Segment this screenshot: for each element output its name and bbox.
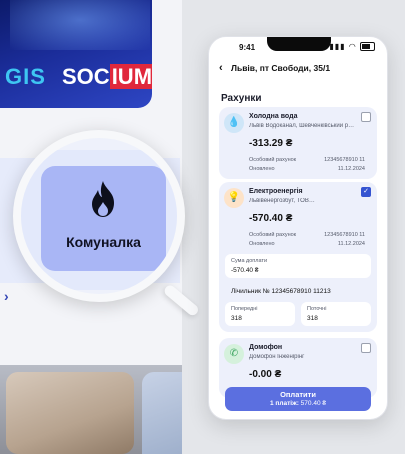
pay-button-summary: 1 платіж: 570.40 ₴ bbox=[225, 400, 371, 407]
chevron-left-icon[interactable]: ‹ bbox=[219, 62, 223, 74]
account-number: 12345678910 11 bbox=[324, 232, 365, 238]
phone-icon: ✆ bbox=[224, 344, 244, 364]
lightbulb-icon: 💡 bbox=[224, 188, 244, 208]
meter-number: Лічильник № 12345678910 11213 bbox=[231, 288, 331, 295]
bill-name: Холодна вода bbox=[249, 113, 298, 120]
battery-icon bbox=[360, 42, 375, 52]
bill-checkbox[interactable] bbox=[361, 343, 371, 353]
account-label: Особовий рахунок bbox=[249, 157, 297, 163]
payment-amount-value: -570.40 ₴ bbox=[231, 267, 259, 274]
previous-reading-field[interactable]: Попередні 318 bbox=[225, 302, 295, 326]
previous-reading-value: 318 bbox=[231, 315, 242, 322]
wifi-icon: ◠ bbox=[348, 42, 357, 51]
magnifier-glass: Комуналка bbox=[13, 130, 185, 302]
banner-brand-socium-prefix: SOC bbox=[62, 64, 110, 89]
updated-label: Оновлено bbox=[249, 166, 275, 172]
bill-amount: -570.40 ₴ bbox=[249, 213, 293, 224]
account-number: 12345678910 11 bbox=[324, 157, 365, 163]
account-label: Особовий рахунок bbox=[249, 232, 297, 238]
banner-brand-socium: SOCIUM bbox=[62, 64, 152, 90]
updated-label: Оновлено bbox=[249, 241, 275, 247]
banner-glow bbox=[10, 0, 150, 50]
current-reading-label: Поточні bbox=[307, 306, 327, 312]
chevron-right-icon[interactable]: › bbox=[4, 288, 9, 304]
address-title: Львів, пт Свободи, 35/1 bbox=[231, 63, 331, 73]
phone-notch bbox=[267, 37, 331, 51]
pay-button-amount: 570.40 ₴ bbox=[300, 400, 326, 407]
bill-provider: Львів Водоканал, Шевченківський р… bbox=[249, 123, 355, 129]
utilities-tile-label: Комуналка bbox=[66, 234, 141, 250]
pay-button-count: 1 платіж: bbox=[270, 400, 299, 407]
photo-card[interactable] bbox=[142, 372, 182, 454]
bill-provider: Львівенергозбут, ТОВ… bbox=[249, 198, 315, 204]
utilities-tile[interactable]: Комуналка bbox=[41, 166, 166, 271]
phone-screen: 9:41 ▮▮▮ ◠ ‹ Львів, пт Свободи, 35/1 Рах… bbox=[208, 36, 388, 420]
bill-name: Електроенергія bbox=[249, 188, 303, 195]
promo-banner[interactable]: GIS SOCIUM bbox=[0, 0, 152, 108]
status-time: 9:41 bbox=[239, 43, 256, 52]
nav-bar: ‹ Львів, пт Свободи, 35/1 bbox=[209, 57, 387, 79]
bill-amount: -313.29 ₴ bbox=[249, 138, 293, 149]
updated-date: 11.12.2024 bbox=[337, 241, 365, 247]
status-bar: 9:41 ▮▮▮ ◠ bbox=[209, 37, 387, 57]
pay-button[interactable]: Оплатити 1 платіж: 570.40 ₴ bbox=[225, 387, 371, 411]
bill-provider: Домофон Інженірінг bbox=[249, 354, 305, 360]
payment-amount-label: Сума доплати bbox=[231, 258, 268, 264]
banner-brand-gis: GIS bbox=[5, 64, 46, 89]
section-title: Рахунки bbox=[221, 93, 262, 104]
banner-brand-socium-highlight: IUM bbox=[109, 64, 152, 89]
current-reading-field[interactable]: Поточні 318 bbox=[301, 302, 371, 326]
bill-name: Домофон bbox=[249, 344, 283, 351]
photo-card[interactable] bbox=[6, 372, 134, 454]
water-drop-icon: 💧 bbox=[224, 113, 244, 133]
signal-icon: ▮▮▮ bbox=[329, 42, 346, 51]
bill-card-water[interactable]: 💧 Холодна вода Львів Водоканал, Шевченкі… bbox=[219, 107, 377, 179]
bill-checkbox-checked[interactable]: ✓ bbox=[361, 187, 371, 197]
bill-card-electricity[interactable]: 💡 Електроенергія Львівенергозбут, ТОВ… ✓… bbox=[219, 182, 377, 332]
bill-amount: -0.00 ₴ bbox=[249, 369, 282, 380]
status-icons: ▮▮▮ ◠ bbox=[329, 42, 375, 52]
payment-amount-field[interactable]: Сума доплати -570.40 ₴ bbox=[225, 254, 371, 278]
pay-button-label: Оплатити bbox=[280, 390, 316, 399]
updated-date: 11.12.2024 bbox=[337, 166, 365, 172]
flame-icon bbox=[92, 181, 114, 217]
bill-checkbox[interactable] bbox=[361, 112, 371, 122]
previous-reading-label: Попередні bbox=[231, 306, 258, 312]
current-reading-value: 318 bbox=[307, 315, 318, 322]
